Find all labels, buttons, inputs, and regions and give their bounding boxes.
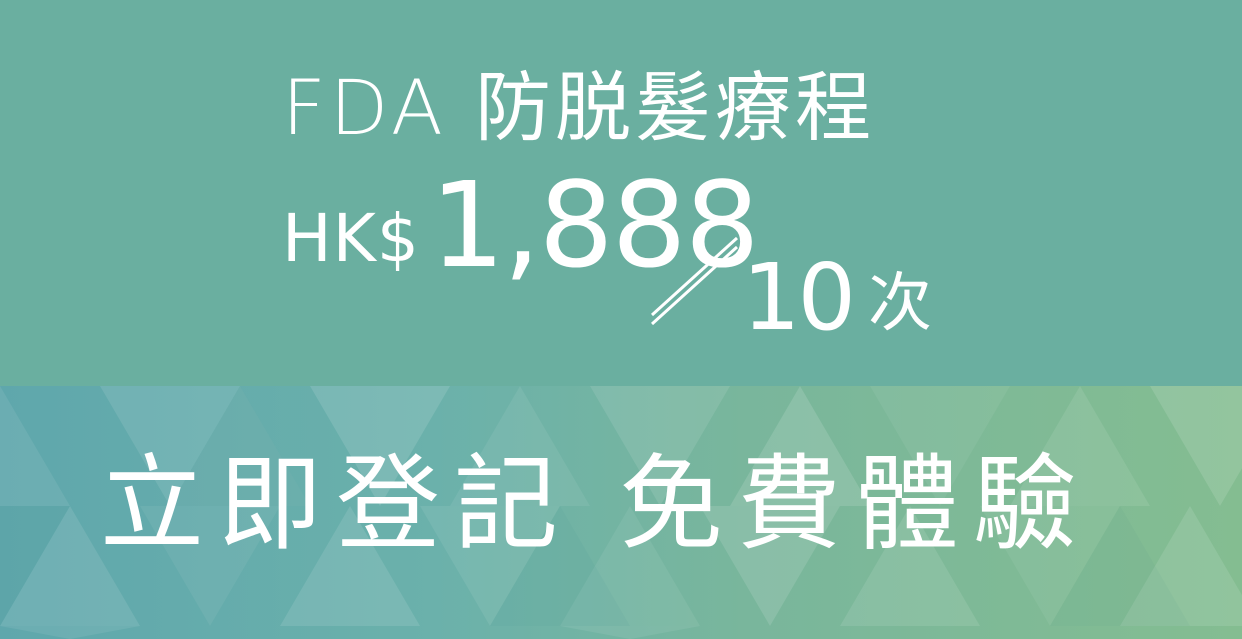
price-panel: FDA 防脱髮療程 HK$ 1,888 10 次 (0, 0, 1242, 386)
session-unit: 次 (868, 267, 932, 341)
register-cta[interactable]: 立即登記 免費體驗 (100, 452, 1091, 556)
currency-label: HK$ (282, 200, 420, 277)
double-slash-divider (650, 236, 739, 325)
session-count: 10 (742, 244, 856, 351)
treatment-title: FDA 防脱髮療程 (282, 63, 876, 152)
cta-panel[interactable]: 立即登記 免費體驗 (0, 386, 1242, 639)
promo-banner[interactable]: FDA 防脱髮療程 HK$ 1,888 10 次 立即登記 免費體驗 (0, 0, 1242, 639)
